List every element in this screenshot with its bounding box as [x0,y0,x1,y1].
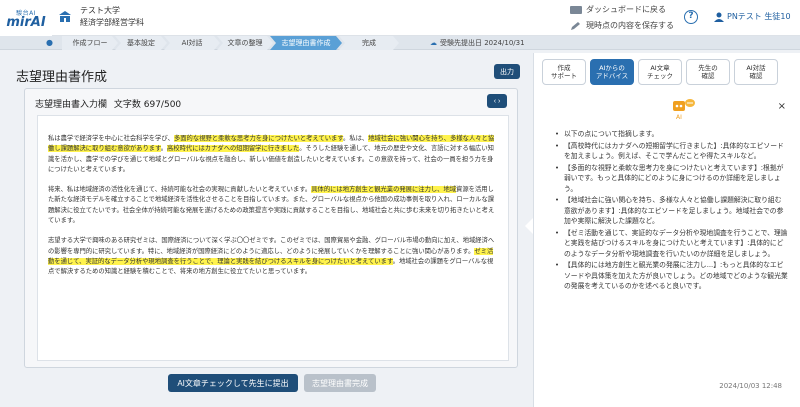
tab-label: アドバイス [595,72,629,80]
step-complete[interactable]: 完成 [339,36,399,50]
advice-card: AI × 以下の点について指摘します。 【高校時代にはカナダへの短期留学に行きま… [554,93,792,399]
tab-label: AI対話 [746,64,766,72]
tab-label: 作成 [557,64,571,72]
paragraph-1: 私は農学で経済学を中心に社会科学を学び、多面的な視野と柔軟な思考力を身につけたい… [48,134,498,175]
flow-icon: ● [46,38,53,47]
tab-label: 先生の [698,64,718,72]
tab-label: 確認 [749,72,763,80]
user-name: PNテスト 生徒10 [727,12,791,21]
cloud-icon: ☁ [430,39,437,47]
advice-list: 以下の点について指摘します。 【高校時代にはカナダへの短期留学に行きました】:具… [554,129,788,293]
advice-item: 【ゼミ活動を通じて、実証的なデータ分析や現地調査を行うことで、理論と実践を結びつ… [554,228,788,260]
ai-badge-text: AI [676,114,682,121]
output-button[interactable]: 出力 [494,64,520,79]
save-link[interactable]: 現時点の内容を保存する [570,20,674,31]
tab-teacher-review[interactable]: 先生の 確認 [686,59,730,85]
step-bar: ● 作成フロー 基本設定 AI対話 文章の整理 志望理由書作成 完成 ☁ 受験先… [0,36,800,50]
highlighted-text[interactable]: 多面的な視野と柔軟な思考力を身につけたいと考えています [173,135,344,142]
school-name: テスト大学 [80,6,120,15]
text-segment: 志望する大学で興味のある研究ゼミは、国際経済について深く学ぶ〇〇ゼミです。このゼ… [48,237,495,255]
advice-timestamp: 2024/10/03 12:48 [719,382,782,390]
deadline-text: 受験先提出日 2024/10/31 [440,39,525,47]
tab-label: サポート [551,72,577,80]
app-logo[interactable]: 駿台AI mirAI [0,0,52,36]
panel-pointer [525,218,533,234]
department-name: 経済学部経営学科 [80,18,144,27]
close-icon[interactable]: × [778,101,786,112]
dashboard-link-label: ダッシュボードに戻る [586,5,666,14]
complete-statement-button[interactable]: 志望理由書完成 [304,374,376,392]
tab-creation-support[interactable]: 作成 サポート [542,59,586,85]
help-icon[interactable]: ? [684,10,698,24]
school-icon [59,11,71,22]
text-segment: 私は農学で経済学を中心に社会科学を学び、 [48,135,174,142]
save-link-label: 現時点の内容を保存する [586,21,674,30]
tab-ai-advice[interactable]: AIからの アドバイス [590,59,634,85]
step-ai-dialogue[interactable]: AI対話 [164,36,220,50]
step-statement-creation[interactable]: 志望理由書作成 [270,36,342,50]
school-info: テスト大学 経済学部経営学科 [80,5,144,29]
submit-to-teacher-button[interactable]: AI文章チェックして先生に提出 [168,374,298,392]
paragraph-2: 将来、私は地域経済の活性化を通じて、持続可能な社会の実現に貢献したいと考えていま… [48,185,498,226]
side-panel: 作成 サポート AIからの アドバイス AI文章 チェック 先生の 確認 AI対話 確認 … [533,53,800,407]
advice-item: 【地域社会に強い関心を持ち、多様な人々と協働し課題解決に取り組む意欲があります】… [554,195,788,227]
editor-header: 志望理由書入力欄 文字数 697/500 [35,97,181,110]
expand-toggle-button[interactable]: ‹ › [487,94,507,108]
statement-textarea[interactable]: 私は農学で経済学を中心に社会科学を学び、多面的な視野と柔軟な思考力を身につけたい… [37,115,509,361]
advice-item: 以下の点について指摘します。 [554,129,788,140]
paragraph-3: 志望する大学で興味のある研究ゼミは、国際経済について深く学ぶ〇〇ゼミです。このゼ… [48,236,498,277]
step-flow: 作成フロー [62,36,118,50]
dashboard-link[interactable]: ダッシュボードに戻る [570,4,666,15]
tab-ai-dialogue-review[interactable]: AI対話 確認 [734,59,778,85]
deadline: ☁ 受験先提出日 2024/10/31 [430,38,525,48]
page-title: 志望理由書作成 [16,70,108,85]
step-list: 作成フロー 基本設定 AI対話 文章の整理 志望理由書作成 完成 [62,36,396,50]
advice-item: 【具体的には地方創生と観光業の発展に注力し...】:もっと具体的なエピソードや具… [554,260,788,292]
highlighted-text[interactable]: 高校時代にはカナダへの短期留学に行きました [167,145,300,153]
text-segment: 。私は、 [343,135,369,142]
editor-title: 志望理由書入力欄 [35,100,108,110]
tab-label: AI文章 [650,64,670,72]
user-menu[interactable]: PNテスト 生徒10 [714,11,791,22]
ai-bot-icon: AI [673,99,695,121]
tab-ai-text-check[interactable]: AI文章 チェック [638,59,682,85]
pen-icon [571,21,580,30]
side-tabs: 作成 サポート AIからの アドバイス AI文章 チェック 先生の 確認 AI対話 確認 [542,59,778,85]
text-segment: 将来、私は地域経済の活性化を通じて、持続可能な社会の実現に貢献したいと考えていま… [48,186,312,194]
editor-panel: 志望理由書入力欄 文字数 697/500 ‹ › 私は農学で経済学を中心に社会科… [24,88,518,368]
advice-item: 【多面的な視野と柔軟な思考力を身につけたいと考えています】:根拠が弱いです。もっ… [554,163,788,195]
advice-item: 【高校時代にはカナダへの短期留学に行きました】:具体的なエピソードを加えましょう… [554,141,788,162]
tab-label: AIからの [599,64,625,72]
highlighted-text[interactable]: 具体的には地方創生と観光業の発展に注力し、地域 [311,186,457,194]
step-organize[interactable]: 文章の整理 [217,36,273,50]
step-basic-settings[interactable]: 基本設定 [115,36,167,50]
logo-text: mirAI [6,14,46,30]
app-header: 駿台AI mirAI テスト大学 経済学部経営学科 ダッシュボードに戻る 現時点… [0,0,800,36]
tab-label: チェック [647,72,673,80]
user-icon [714,12,724,22]
tab-label: 確認 [701,72,715,80]
dashboard-icon [570,5,582,14]
char-count: 文字数 697/500 [113,100,182,110]
